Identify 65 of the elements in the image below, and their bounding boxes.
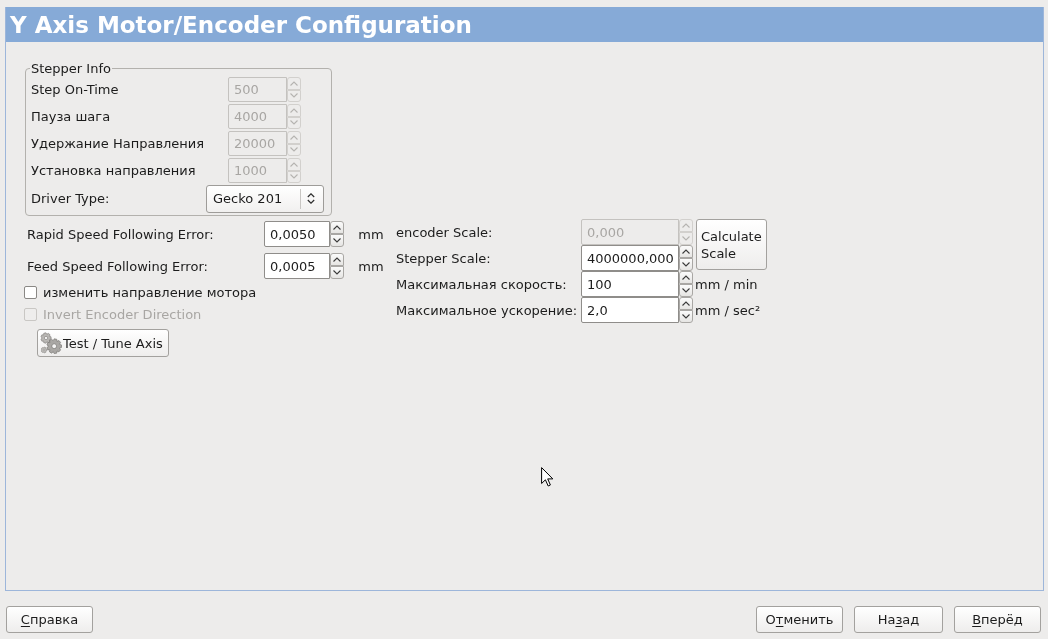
help-button[interactable]: Справка <box>6 606 93 633</box>
group-title: Stepper Info <box>30 62 112 75</box>
field-label: Feed Speed Following Error: <box>27 258 209 274</box>
chevron-up-icon <box>290 134 298 140</box>
decrement-button[interactable] <box>679 310 693 323</box>
checkbox-label: изменить направление мотора <box>43 284 257 300</box>
decrement-button[interactable] <box>679 284 693 297</box>
chevron-down-icon <box>682 288 690 293</box>
dialog-button[interactable]: Вперёд <box>954 606 1041 633</box>
test-tune-button[interactable]: Test / Tune Axis <box>37 329 169 357</box>
number-field[interactable]: 0,0050 <box>264 221 330 247</box>
chevron-down-icon <box>682 262 690 267</box>
dialog-button[interactable]: Назад <box>854 606 943 633</box>
driver-type-dropdown[interactable]: Gecko 201 <box>206 184 324 213</box>
field-label: Step On-Time <box>31 82 119 97</box>
updown-chevron-icon <box>307 193 315 204</box>
unit-label: mm <box>358 258 385 274</box>
decrement-button[interactable] <box>330 266 344 279</box>
chevron-down-icon <box>290 174 298 180</box>
gears-icon <box>40 332 62 354</box>
increment-button[interactable] <box>679 271 693 284</box>
increment-button[interactable] <box>679 245 693 258</box>
chevron-down-icon <box>333 238 341 243</box>
field-label: Пауза шага <box>31 109 111 124</box>
chevron-up-icon <box>333 257 341 262</box>
increment-button[interactable] <box>679 297 693 310</box>
mouse-pointer-icon <box>541 467 554 487</box>
chevron-down-icon <box>290 93 298 99</box>
decrement-button[interactable] <box>679 258 693 271</box>
unit-label: mm / min <box>695 276 759 292</box>
checkbox-label: Invert Encoder Direction <box>43 306 202 322</box>
field-label: Удержание Направления <box>31 136 205 151</box>
chevron-up-icon <box>333 225 341 230</box>
increment-button[interactable] <box>330 253 344 266</box>
field-label: Максимальная скорость: <box>396 276 568 292</box>
chevron-up-icon <box>682 249 690 254</box>
field-label: Stepper Scale: <box>396 250 492 266</box>
chevron-down-icon <box>290 147 298 153</box>
chevron-down-icon <box>290 120 298 126</box>
field-label: Driver Type: <box>31 191 110 206</box>
number-field[interactable]: 0,0005 <box>264 253 330 279</box>
number-field[interactable]: 100 <box>581 271 679 297</box>
unit-label: mm / sec² <box>695 302 762 318</box>
chevron-up-icon <box>290 80 298 86</box>
field-label: Установка направления <box>31 163 196 178</box>
field-label: Максимальное ускорение: <box>396 302 579 318</box>
number-field[interactable]: 2,0 <box>581 297 679 323</box>
field-label: Rapid Speed Following Error: <box>27 226 215 242</box>
chevron-down-icon <box>682 236 690 241</box>
chevron-up-icon <box>682 275 690 280</box>
calculate-scale-button[interactable]: Calculate Scale <box>696 219 767 270</box>
decrement-button[interactable] <box>330 234 344 247</box>
dialog-button[interactable]: Отменить <box>756 606 843 633</box>
increment-button[interactable] <box>330 221 344 234</box>
chevron-up-icon <box>682 301 690 306</box>
unit-label: mm <box>358 226 385 242</box>
chevron-up-icon <box>290 161 298 167</box>
page-title: Y Axis Motor/Encoder Configuration <box>10 11 472 38</box>
chevron-up-icon <box>290 107 298 113</box>
checkbox[interactable] <box>24 285 37 299</box>
chevron-down-icon <box>682 314 690 319</box>
chevron-up-icon <box>682 223 690 228</box>
field-label: encoder Scale: <box>396 224 494 240</box>
number-field[interactable]: 4000000,000 <box>581 245 679 271</box>
chevron-down-icon <box>333 270 341 275</box>
